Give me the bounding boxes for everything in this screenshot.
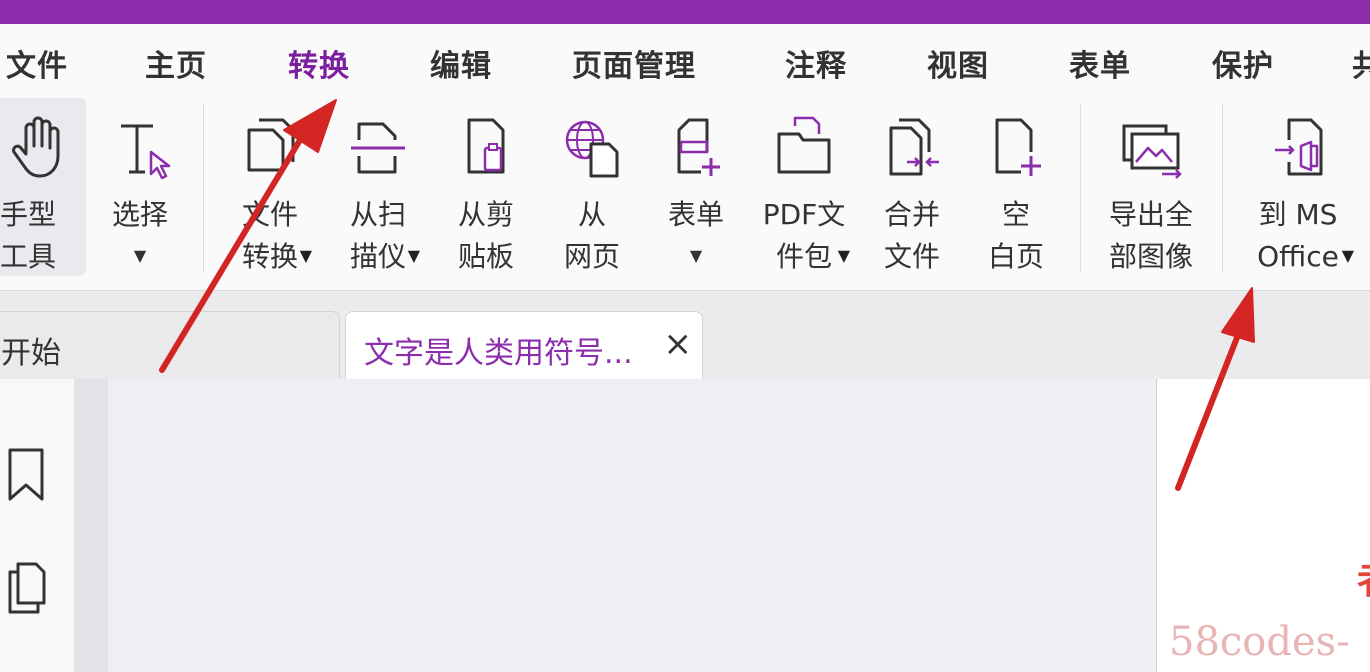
document-page[interactable]: 者 58codes-: [1156, 379, 1370, 672]
panel-divider[interactable]: [74, 379, 108, 672]
to-ms-office-caret[interactable]: ▼: [1342, 246, 1354, 265]
navigation-panel: [0, 379, 74, 672]
tab-document-label: 文字是人类用符号...: [364, 336, 633, 371]
select-button[interactable]: 选择 ▼: [92, 98, 188, 276]
menu-page-management[interactable]: 页面管理: [572, 41, 696, 85]
menu-view[interactable]: 视图: [927, 41, 989, 85]
pdf-portfolio-caret[interactable]: ▼: [838, 246, 850, 265]
document-canvas[interactable]: [108, 379, 1156, 672]
file-convert-icon: [247, 118, 295, 172]
form-dropdown-caret[interactable]: ▼: [648, 234, 744, 277]
office-icon: [1275, 118, 1323, 176]
file-convert-caret[interactable]: ▼: [300, 246, 312, 265]
globe-page-icon: [565, 120, 619, 178]
menu-convert[interactable]: 转换: [288, 41, 350, 85]
menu-protect[interactable]: 保护: [1212, 41, 1274, 85]
from-webpage-button[interactable]: 从 网页: [544, 98, 640, 276]
pdf-portfolio-button[interactable]: PDF文 件包 ▼: [752, 98, 856, 276]
hand-tool-button[interactable]: 手型 工具: [0, 98, 86, 276]
bookmark-icon[interactable]: [6, 447, 46, 503]
to-ms-office-button[interactable]: 到 MS Office ▼: [1238, 98, 1358, 276]
menu-home[interactable]: 主页: [145, 41, 207, 85]
from-clipboard-label: 从剪 贴板: [457, 198, 514, 273]
ribbon-separator: [203, 104, 204, 272]
watermark-text: 58codes-: [1169, 619, 1350, 665]
from-scanner-caret[interactable]: ▼: [408, 246, 420, 265]
menu-form[interactable]: 表单: [1069, 41, 1131, 85]
from-webpage-label: 从 网页: [563, 198, 620, 273]
menu-share-partial[interactable]: 共: [1352, 41, 1370, 85]
text-cursor-icon: [121, 124, 171, 180]
blank-page-label: 空 白页: [987, 198, 1044, 273]
from-scanner-label: 从扫 描仪: [349, 198, 406, 273]
tab-start[interactable]: 开始: [0, 311, 340, 379]
select-label: 选择: [111, 198, 168, 231]
scanner-icon: [351, 122, 405, 174]
hand-icon: [12, 116, 60, 178]
title-bar: [0, 0, 1370, 24]
menu-comment[interactable]: 注释: [785, 41, 847, 85]
file-convert-button[interactable]: 文件 转换 ▼: [222, 98, 318, 276]
hand-tool-label: 手型 工具: [0, 198, 57, 273]
from-scanner-button[interactable]: 从扫 描仪 ▼: [330, 98, 426, 276]
menu-edit[interactable]: 编辑: [430, 41, 492, 85]
export-all-images-label: 导出全 部图像: [1108, 198, 1193, 273]
tab-document[interactable]: 文字是人类用符号... ×: [345, 311, 703, 379]
from-clipboard-button[interactable]: 从剪 贴板: [438, 98, 534, 276]
portfolio-icon: [777, 116, 831, 174]
form-label: 表单: [667, 198, 724, 231]
document-tab-strip: 开始 文字是人类用符号... ×: [0, 291, 1370, 379]
menu-file[interactable]: 文件: [6, 41, 68, 85]
close-icon[interactable]: ×: [664, 324, 693, 364]
to-ms-office-label: 到 MS Office: [1257, 198, 1339, 273]
file-convert-label: 文件 转换: [241, 198, 298, 273]
page-text-fragment: 者: [1357, 549, 1370, 604]
export-all-images-button[interactable]: 导出全 部图像: [1096, 98, 1206, 276]
tab-start-label: 开始: [1, 336, 61, 371]
merge-files-button[interactable]: 合并 文件: [864, 98, 960, 276]
ribbon-toolbar: 手型 工具 选择 ▼ 文件 转换 ▼ 从扫 描仪 ▼ 从剪 贴板 从 网页 表单…: [0, 98, 1370, 291]
clipboard-icon: [467, 118, 505, 174]
form-icon: [677, 118, 720, 176]
select-dropdown-caret[interactable]: ▼: [92, 234, 188, 277]
form-button[interactable]: 表单 ▼: [648, 98, 744, 276]
ribbon-separator: [1222, 104, 1223, 272]
image-export-icon: [1122, 124, 1182, 179]
ribbon-separator: [1080, 104, 1081, 272]
merge-icon: [889, 118, 939, 176]
pdf-portfolio-label: PDF文 件包: [762, 198, 846, 273]
menu-bar: 文件 主页 转换 编辑 页面管理 注释 视图 表单 保护 共: [0, 24, 1370, 111]
merge-files-label: 合并 文件: [883, 198, 940, 273]
pages-icon[interactable]: [6, 561, 50, 615]
blank-page-button[interactable]: 空 白页: [968, 98, 1064, 276]
blank-page-icon: [995, 118, 1041, 176]
